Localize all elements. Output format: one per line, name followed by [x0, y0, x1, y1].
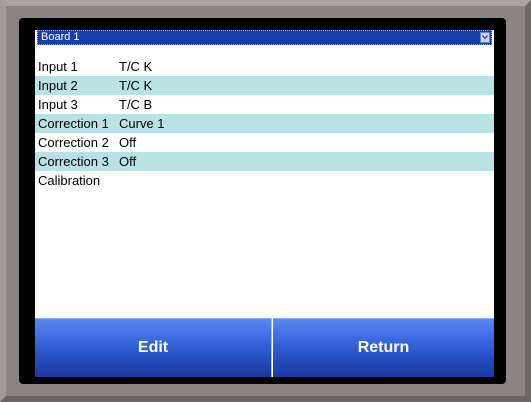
item-name: Input 2	[38, 78, 78, 93]
item-value: T/C K	[119, 59, 153, 74]
item-name: Correction 1	[38, 116, 109, 131]
return-button[interactable]: Return	[273, 318, 494, 377]
item-name: Input 3	[38, 97, 78, 112]
item-value: Curve 1	[119, 116, 165, 131]
chevron-down-icon	[482, 35, 488, 40]
list-item-correction-2[interactable]: Correction 2 Off	[35, 133, 494, 152]
settings-list: Input 1 T/C K Input 2 T/C K Input 3 T/C …	[35, 57, 494, 190]
item-value: Off	[119, 135, 137, 150]
item-name: Input 1	[38, 59, 78, 74]
touch-screen: Board 1 Input 1 T/C K Input 2 T/C K Inpu…	[35, 30, 494, 377]
item-value: T/C B	[119, 97, 153, 112]
item-name: Correction 2	[38, 135, 109, 150]
item-name: Calibration	[38, 173, 101, 188]
list-item-correction-1[interactable]: Correction 1 Curve 1	[35, 114, 494, 133]
button-bar: Edit Return	[35, 318, 494, 377]
list-item-correction-3[interactable]: Correction 3 Off	[35, 152, 494, 171]
list-item-input-2[interactable]: Input 2 T/C K	[35, 76, 494, 95]
board-select-dropdown[interactable]: Board 1	[37, 30, 492, 45]
list-item-calibration[interactable]: Calibration	[35, 171, 494, 190]
item-value: T/C K	[119, 78, 153, 93]
edit-button[interactable]: Edit	[35, 318, 272, 377]
item-name: Correction 3	[38, 154, 109, 169]
item-value: Off	[119, 154, 137, 169]
list-item-input-3[interactable]: Input 3 T/C B	[35, 95, 494, 114]
board-select-value: Board 1	[41, 31, 80, 43]
dropdown-button[interactable]	[480, 32, 490, 43]
list-item-input-1[interactable]: Input 1 T/C K	[35, 57, 494, 76]
